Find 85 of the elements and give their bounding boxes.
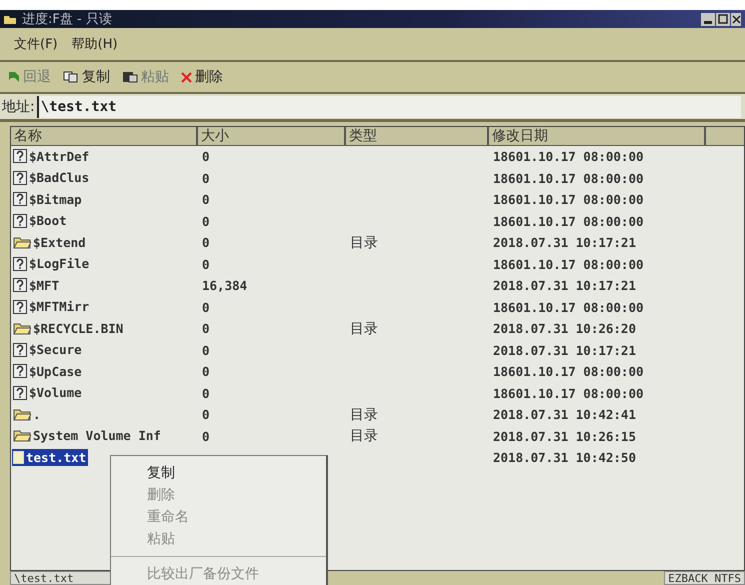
file-size: 0	[202, 300, 210, 315]
file-name[interactable]: $Bitmap	[12, 190, 84, 208]
toolbar-button[interactable]: 复制	[63, 68, 110, 86]
modified-date: 2018.07.31 10:26:15	[493, 428, 636, 444]
file-size: 0	[202, 192, 210, 208]
file-type: 目录	[350, 406, 378, 423]
file-name[interactable]: $Secure	[12, 341, 84, 358]
file-name[interactable]: $LogFile	[12, 255, 92, 272]
file-type: 目录	[350, 320, 378, 337]
modified-date: 2018.07.31 10:17:21	[493, 235, 636, 250]
folder-icon	[13, 408, 31, 421]
file-name[interactable]: test.txt	[12, 448, 88, 466]
question-file-icon	[13, 192, 27, 206]
modified-date: 18601.10.17 08:00:00	[493, 256, 644, 272]
modified-date: 18601.10.17 08:00:00	[493, 300, 644, 315]
maximize-icon[interactable]	[716, 12, 730, 26]
question-file-icon	[13, 300, 27, 314]
file-size: 0	[202, 149, 210, 164]
file-name[interactable]: $AttrDef	[12, 148, 92, 164]
folder-icon	[13, 322, 31, 335]
file-size: 0	[202, 170, 210, 186]
file-name[interactable]: $MFTMirr	[12, 298, 92, 315]
column-header[interactable]: 修改日期	[489, 127, 706, 146]
question-file-icon	[13, 386, 27, 400]
modified-date: 2018.07.31 10:17:21	[493, 342, 636, 358]
file-size: 0	[202, 407, 210, 422]
folder-icon	[13, 236, 31, 249]
modified-date: 2018.07.31 10:42:50	[493, 450, 636, 466]
question-file-icon	[13, 278, 27, 292]
modified-date: 18601.10.17 08:00:00	[493, 214, 644, 229]
file-name[interactable]: $MFT	[12, 276, 62, 294]
file-name[interactable]: $UpCase	[12, 362, 84, 380]
file-icon	[13, 450, 24, 464]
file-size: 0	[202, 386, 210, 401]
column-header[interactable]: 名称	[11, 127, 198, 146]
address-label: 地址:	[2, 98, 35, 116]
delete-icon	[181, 72, 192, 82]
modified-date: 18601.10.17 08:00:00	[493, 149, 644, 164]
arrow-icon	[8, 71, 20, 83]
modified-date: 18601.10.17 08:00:00	[493, 192, 644, 208]
file-size: 0	[202, 364, 210, 380]
question-file-icon	[13, 170, 27, 184]
folder-icon	[4, 14, 16, 24]
context-menu-item[interactable]: 复制	[147, 462, 326, 484]
file-name[interactable]: $Boot	[12, 212, 69, 229]
menu-item[interactable]: 帮助(H)	[72, 35, 118, 53]
folder-icon	[13, 429, 31, 442]
copy-icon	[63, 71, 79, 83]
file-name[interactable]: $Volume	[12, 384, 84, 401]
modified-date: 18601.10.17 08:00:00	[493, 386, 644, 401]
file-size: 0	[202, 428, 210, 444]
address-field[interactable]: \test.txt	[36, 96, 741, 118]
question-file-icon	[13, 214, 27, 228]
column-header[interactable]: 大小	[198, 127, 346, 146]
file-name[interactable]: $BadClus	[12, 169, 92, 186]
window-title: 进度:F盘 - 只读	[22, 11, 112, 28]
column-header[interactable]: 类型	[346, 127, 489, 146]
menu-item[interactable]: 文件(F)	[14, 35, 58, 53]
file-size: 0	[202, 321, 210, 336]
file-size: 0	[202, 214, 210, 229]
status-text: EZBACK NTFS	[668, 572, 741, 585]
file-name[interactable]: $Extend	[12, 234, 88, 251]
status-text: \test.txt	[14, 572, 74, 585]
file-name[interactable]: .	[12, 406, 43, 423]
close-icon[interactable]	[731, 12, 741, 26]
question-file-icon	[13, 364, 27, 378]
question-file-icon	[13, 256, 27, 270]
file-type: 目录	[350, 234, 378, 251]
clipboard-icon	[122, 71, 138, 83]
file-size: 0	[202, 256, 210, 272]
modified-date: 2018.07.31 10:26:20	[493, 321, 636, 336]
file-size: 0	[202, 342, 210, 358]
minimize-icon[interactable]	[701, 12, 715, 26]
file-name[interactable]: System Volume Inf	[12, 427, 163, 444]
toolbar-button[interactable]: 删除	[181, 68, 223, 86]
file-size: 16,384	[202, 278, 248, 294]
modified-date: 18601.10.17 08:00:00	[493, 170, 644, 186]
question-file-icon	[13, 149, 27, 163]
file-size: 0	[202, 235, 210, 250]
file-type: 目录	[350, 428, 378, 444]
file-name[interactable]: $RECYCLE.BIN	[12, 320, 126, 337]
modified-date: 2018.07.31 10:17:21	[493, 278, 636, 294]
modified-date: 2018.07.31 10:42:41	[493, 407, 636, 422]
question-file-icon	[13, 342, 27, 356]
modified-date: 18601.10.17 08:00:00	[493, 364, 644, 380]
